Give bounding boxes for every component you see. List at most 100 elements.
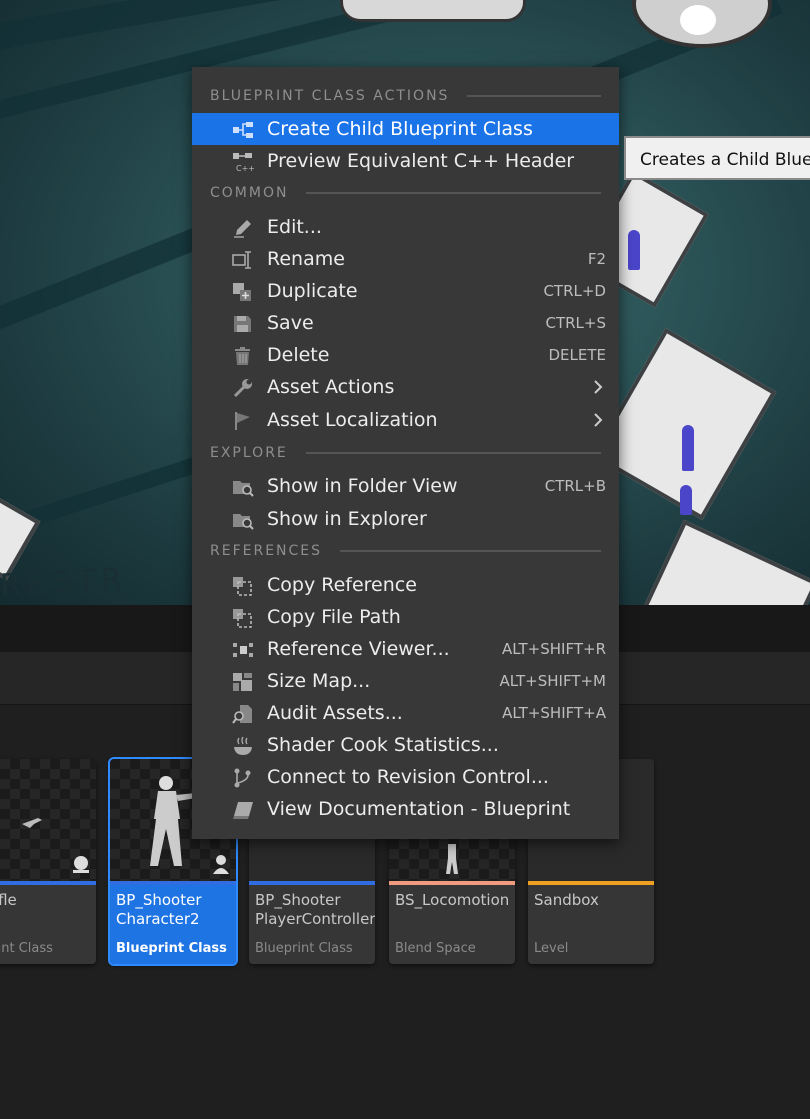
viewport-target-panel: [629, 519, 810, 605]
save-icon: [234, 316, 251, 332]
asset-name: BP_Shooter Character2: [116, 891, 202, 928]
cpp-header-icon: C++: [233, 153, 254, 172]
menu-item-copy-file-path[interactable]: Copy File Path: [192, 601, 619, 633]
menu-item-shortcut: ALT+SHIFT+M: [499, 672, 606, 690]
asset-name: BS_Locomotion: [395, 891, 510, 909]
menu-item-label: View Documentation - Blueprint: [267, 798, 571, 820]
menu-item-show-in-explorer[interactable]: Show in Explorer: [192, 503, 619, 535]
menu-item-label: Show in Explorer: [267, 508, 427, 530]
menu-item-shortcut: F2: [587, 250, 606, 268]
menu-item-label: Reference Viewer...: [267, 638, 450, 660]
shader-icon: [234, 736, 252, 755]
asset-context-menu: BLUEPRINT CLASS ACTIONS Create Child Blu…: [192, 67, 619, 839]
menu-item-label: Rename: [267, 248, 345, 270]
menu-item-shortcut: ALT+SHIFT+R: [501, 640, 606, 658]
rifle-thumbnail-icon: [22, 818, 42, 828]
viewport-object: [340, 0, 526, 22]
child-class-icon: [233, 122, 253, 138]
asset-type: Blueprint Class: [255, 941, 353, 956]
menu-item-label: Preview Equivalent C++ Header: [267, 150, 575, 172]
menu-item-size-map[interactable]: Size Map... ALT+SHIFT+M: [192, 665, 619, 697]
menu-item-delete[interactable]: Delete DELETE: [192, 339, 619, 371]
tooltip: Creates a Child Blueprint: [624, 136, 810, 180]
asset-type-bar: [528, 881, 654, 885]
menu-item-label: Delete: [267, 344, 330, 366]
menu-item-reference-viewer[interactable]: Reference Viewer... ALT+SHIFT+R: [192, 633, 619, 665]
section-title: EXPLORE: [210, 445, 288, 461]
menu-item-label: Asset Actions: [267, 376, 395, 398]
viewport-marker: [680, 485, 692, 515]
menu-item-view-documentation[interactable]: View Documentation - Blueprint: [192, 793, 619, 825]
menu-item-shortcut: CTRL+S: [545, 314, 606, 332]
section-title: COMMON: [210, 185, 289, 201]
menu-item-asset-actions[interactable]: Asset Actions: [192, 371, 619, 403]
section-header-references: REFERENCES: [210, 542, 601, 560]
menu-item-label: Asset Localization: [267, 409, 438, 431]
menu-item-shortcut: CTRL+D: [543, 282, 606, 300]
section-header-blueprint-class-actions: BLUEPRINT CLASS ACTIONS: [210, 87, 601, 105]
character-thumbnail-icon: [150, 776, 196, 866]
duplicate-icon: [233, 283, 251, 301]
character-thumbnail-icon: [446, 844, 458, 874]
asset-type-bar: [389, 881, 515, 885]
copy-icon: [233, 577, 252, 596]
asset-type-bar: [110, 881, 236, 885]
menu-item-shortcut: DELETE: [548, 346, 606, 364]
trash-icon: [235, 347, 250, 365]
section-header-explore: EXPLORE: [210, 444, 601, 462]
menu-item-label: Audit Assets...: [267, 702, 403, 724]
chevron-right-icon: [594, 380, 603, 394]
menu-item-label: Edit...: [267, 216, 322, 238]
section-divider: [306, 192, 601, 194]
asset-type: eprint Class: [0, 941, 53, 956]
chevron-right-icon: [594, 413, 603, 427]
section-title: BLUEPRINT CLASS ACTIONS: [210, 88, 450, 104]
pencil-icon: [234, 220, 251, 238]
menu-item-save[interactable]: Save CTRL+S: [192, 307, 619, 339]
menu-item-label: Show in Folder View: [267, 475, 458, 497]
size-map-icon: [233, 673, 252, 691]
menu-item-audit-assets[interactable]: Audit Assets... ALT+SHIFT+A: [192, 697, 619, 729]
menu-item-label: Size Map...: [267, 670, 371, 692]
pawn-icon: [213, 855, 229, 874]
svg-text:C++: C++: [236, 164, 254, 172]
viewport-light: [680, 5, 716, 35]
copy-icon: [233, 609, 252, 628]
menu-item-preview-equivalent-cpp-header[interactable]: C++ Preview Equivalent C++ Header: [192, 145, 619, 177]
asset-type-bar: [249, 881, 375, 885]
section-title: REFERENCES: [210, 543, 323, 559]
menu-item-rename[interactable]: Rename F2: [192, 243, 619, 275]
folder-search-icon: [233, 481, 254, 497]
asset-type: Blueprint Class: [116, 941, 227, 956]
menu-item-connect-to-revision-control[interactable]: Connect to Revision Control...: [192, 761, 619, 793]
menu-item-show-in-folder-view[interactable]: Show in Folder View CTRL+B: [192, 470, 619, 502]
asset-type-bar: [0, 881, 96, 885]
menu-item-create-child-blueprint-class[interactable]: Create Child Blueprint Class: [192, 113, 619, 145]
section-divider: [467, 95, 601, 97]
menu-item-label: Save: [267, 312, 314, 334]
section-header-common: COMMON: [210, 184, 601, 202]
menu-item-label: Copy File Path: [267, 606, 401, 628]
viewport-marker: [682, 425, 694, 471]
menu-item-asset-localization[interactable]: Asset Localization: [192, 404, 619, 436]
section-divider: [305, 452, 601, 454]
section-divider: [340, 550, 601, 552]
flag-icon: [235, 412, 250, 430]
asset-tile-rifle[interactable]: _Rifle eprint Class: [0, 759, 96, 964]
menu-item-shader-cook-statistics[interactable]: Shader Cook Statistics...: [192, 729, 619, 761]
menu-item-duplicate[interactable]: Duplicate CTRL+D: [192, 275, 619, 307]
documentation-icon: [233, 802, 253, 819]
menu-item-label: Duplicate: [267, 280, 358, 302]
asset-name: BP_Shooter PlayerController: [255, 891, 375, 928]
viewport-floor-text: RESTR: [0, 561, 129, 604]
asset-type: Blend Space: [395, 941, 476, 956]
asset-name: _Rifle: [0, 891, 17, 909]
asset-name: Sandbox: [534, 891, 599, 909]
menu-item-shortcut: ALT+SHIFT+A: [502, 704, 606, 722]
audit-icon: [232, 705, 252, 724]
menu-item-edit[interactable]: Edit...: [192, 211, 619, 243]
menu-item-label: Connect to Revision Control...: [267, 766, 549, 788]
menu-item-copy-reference[interactable]: Copy Reference: [192, 569, 619, 601]
wrench-icon: [233, 379, 252, 398]
menu-item-label: Create Child Blueprint Class: [267, 118, 533, 140]
